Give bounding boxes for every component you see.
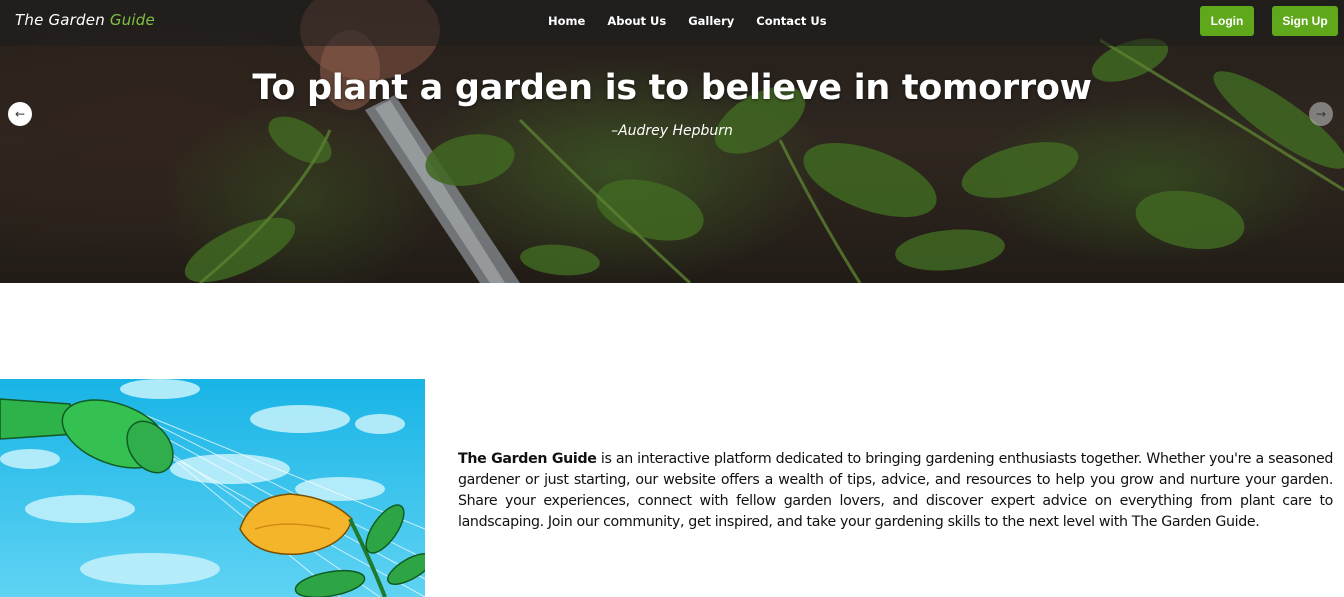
carousel-next-button[interactable]: → (1309, 102, 1333, 126)
brand-logo[interactable]: The Garden Guide (15, 11, 155, 29)
hero-quote: To plant a garden is to believe in tomor… (252, 68, 1092, 108)
signup-button[interactable]: Sign Up (1272, 6, 1338, 36)
brand-name: The Garden (15, 11, 105, 29)
arrow-right-icon: → (1315, 107, 1327, 121)
nav-home[interactable]: Home (548, 14, 585, 28)
brand-accent: Guide (109, 11, 155, 29)
nav-links: Home About Us Gallery Contact Us (548, 14, 849, 28)
nav-gallery[interactable]: Gallery (688, 14, 734, 28)
carousel-prev-button[interactable]: ← (8, 102, 32, 126)
login-button[interactable]: Login (1200, 6, 1254, 36)
watering-can-illustration (0, 379, 425, 597)
hero-carousel: The Garden Guide Home About Us Gallery C… (0, 0, 1344, 283)
navbar: The Garden Guide Home About Us Gallery C… (0, 0, 1344, 46)
about-highlight: The Garden Guide (458, 451, 597, 467)
hero-quote-author: –Audrey Hepburn (611, 123, 733, 139)
nav-about-us[interactable]: About Us (607, 14, 666, 28)
nav-contact-us[interactable]: Contact Us (756, 14, 826, 28)
arrow-left-icon: ← (14, 107, 26, 121)
about-paragraph: The Garden Guide is an interactive platf… (458, 449, 1333, 533)
